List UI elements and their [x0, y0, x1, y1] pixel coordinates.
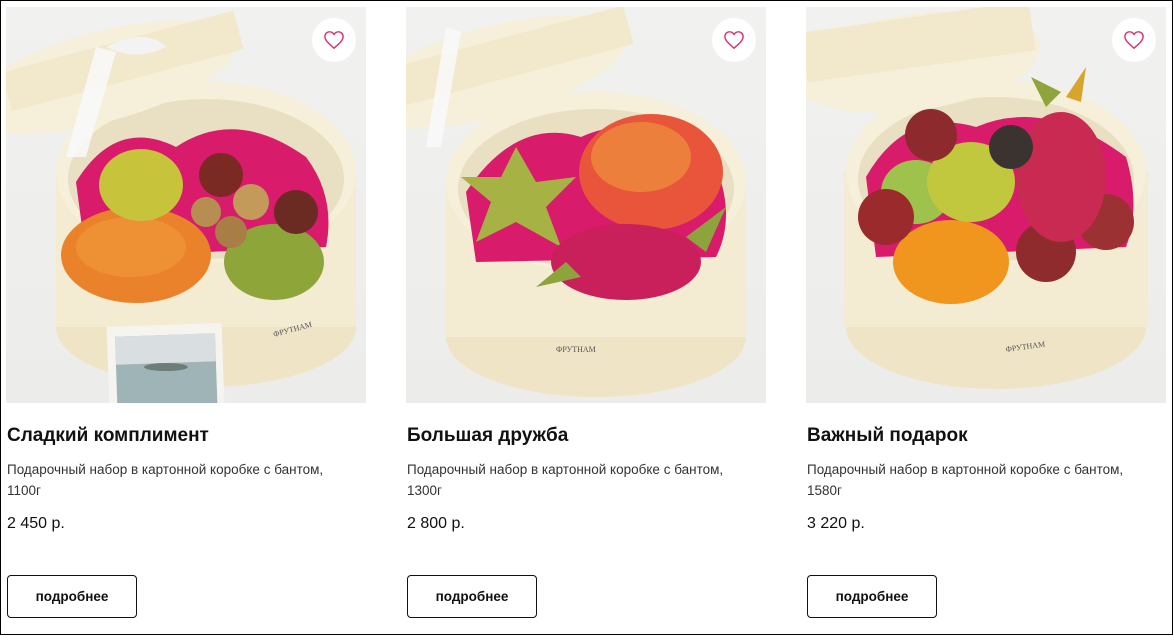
- product-card: ФРУТНАМ Сладкий комплимент Подарочный на…: [6, 7, 366, 627]
- heart-icon: [1124, 31, 1144, 49]
- details-button[interactable]: подробнее: [7, 575, 137, 618]
- fruit-gift-box-photo: ФРУТНАМ: [406, 7, 746, 397]
- product-image[interactable]: ФРУТНАМ: [806, 7, 1166, 403]
- product-description: Подарочный набор в картонной коробке с б…: [407, 462, 724, 498]
- product-price: 3 220 р.: [807, 515, 865, 532]
- fruit-gift-box-photo: ФРУТНАМ: [6, 10, 356, 403]
- svg-text:ФРУТНАМ: ФРУТНАМ: [556, 345, 596, 354]
- product-title[interactable]: Сладкий комплимент: [7, 425, 209, 447]
- details-button[interactable]: подробнее: [807, 575, 937, 618]
- favorite-button[interactable]: [712, 18, 756, 62]
- product-description: Подарочный набор в картонной коробке с б…: [7, 462, 324, 498]
- details-button[interactable]: подробнее: [407, 575, 537, 618]
- product-image[interactable]: ФРУТНАМ: [6, 7, 366, 403]
- favorite-button[interactable]: [312, 18, 356, 62]
- heart-icon: [724, 31, 744, 49]
- favorite-button[interactable]: [1112, 18, 1156, 62]
- product-image[interactable]: ФРУТНАМ: [406, 7, 766, 403]
- heart-icon: [324, 31, 344, 49]
- product-card: ФРУТНАМ Большая дружба Подарочный набор …: [406, 7, 766, 627]
- product-price: 2 800 р.: [407, 515, 465, 532]
- product-description: Подарочный набор в картонной коробке с б…: [807, 462, 1124, 498]
- product-card: ФРУТНАМ Важный подарок Подарочный набор …: [806, 7, 1166, 627]
- fruit-gift-box-photo: ФРУТНАМ: [806, 7, 1148, 389]
- product-title[interactable]: Большая дружба: [407, 425, 568, 447]
- product-price: 2 450 р.: [7, 515, 65, 532]
- product-title[interactable]: Важный подарок: [807, 425, 968, 447]
- product-grid: ФРУТНАМ Сладкий комплимент Подарочный на…: [0, 0, 1173, 635]
